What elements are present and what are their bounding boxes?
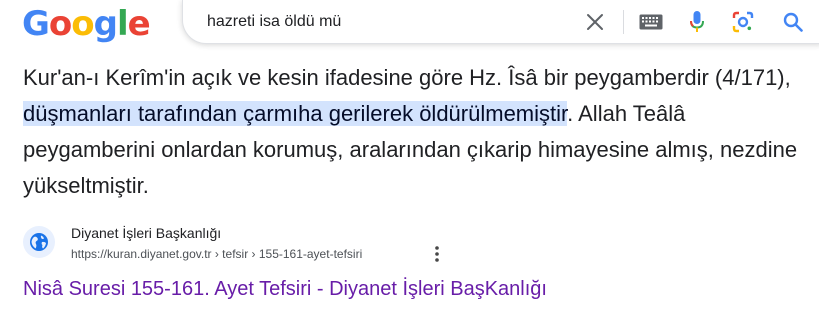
site-url: https://kuran.diyanet.gov.tr › tefsir › … — [71, 247, 363, 261]
result-source[interactable]: Diyanet İşleri Başkanlığı https://kuran.… — [23, 220, 623, 268]
microphone-icon — [690, 11, 704, 32]
more-vert-icon — [435, 246, 439, 262]
google-logo[interactable]: Google — [22, 4, 151, 44]
snippet-text: Kur'an-ı Kerîm'in açık ve kesin ifadesin… — [23, 65, 791, 90]
search-button[interactable] — [779, 8, 807, 36]
site-name: Diyanet İşleri Başkanlığı — [71, 225, 222, 241]
featured-snippet: Kur'an-ı Kerîm'in açık ve kesin ifadesin… — [23, 60, 813, 204]
keyboard-icon — [639, 14, 663, 30]
logo-letter: G — [22, 4, 50, 44]
search-input[interactable] — [207, 11, 547, 33]
logo-letter: o — [71, 4, 94, 44]
logo-letter: e — [127, 4, 151, 44]
logo-letter: g — [93, 4, 118, 44]
clear-button[interactable] — [581, 8, 609, 36]
snippet-highlight: düşmanları tarafından çarmıha gerilerek … — [23, 101, 568, 126]
search-icon — [783, 12, 803, 32]
voice-search-button[interactable] — [683, 8, 711, 36]
search-divider — [623, 10, 624, 34]
search-box — [182, 0, 819, 44]
logo-letter: o — [48, 4, 72, 44]
keyboard-button[interactable] — [637, 8, 665, 36]
result-title-link[interactable]: Nisâ Suresi 155-161. Ayet Tefsiri - Diya… — [23, 275, 547, 303]
more-options-button[interactable] — [429, 244, 445, 264]
site-favicon — [23, 226, 55, 258]
lens-button[interactable] — [729, 8, 757, 36]
logo-letter: l — [116, 4, 129, 44]
globe-icon — [30, 233, 48, 251]
lens-icon — [732, 11, 754, 33]
close-icon — [587, 14, 603, 30]
